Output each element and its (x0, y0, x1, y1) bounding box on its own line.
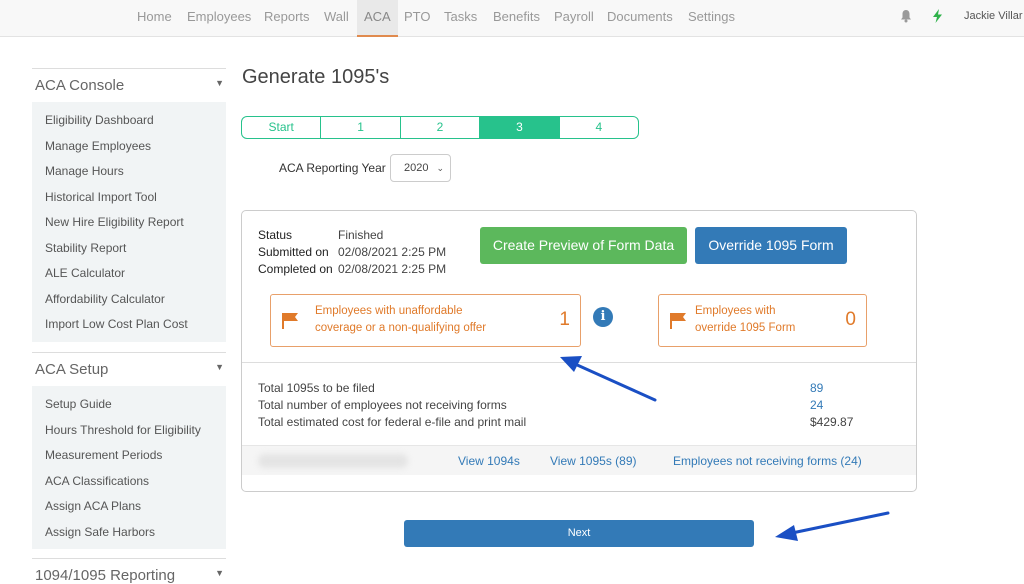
reporting-year-label: ACA Reporting Year (279, 161, 386, 175)
sidebar-item-assign-aca-plans[interactable]: Assign ACA Plans (32, 494, 226, 520)
view-1095s-link[interactable]: View 1095s (89) (550, 454, 637, 468)
nav-tasks[interactable]: Tasks (444, 0, 477, 37)
submitted-on-label: Submitted on (258, 245, 329, 259)
nav-settings[interactable]: Settings (688, 0, 735, 37)
unaffordable-coverage-alert[interactable]: Employees with unaffordable coverage or … (270, 294, 581, 347)
nav-home[interactable]: Home (137, 0, 172, 37)
flag-icon (670, 313, 686, 329)
sidebar-item-setup-guide[interactable]: Setup Guide (32, 392, 226, 418)
alert-count: 1 (559, 309, 570, 330)
estimated-cost-value: $429.87 (810, 415, 854, 429)
sidebar-item-assign-safe-harbors[interactable]: Assign Safe Harbors (32, 520, 226, 546)
nav-pto[interactable]: PTO (404, 0, 431, 37)
sidebar-item-stability-report[interactable]: Stability Report (32, 236, 226, 262)
alert-text: Employees with unaffordable coverage or … (315, 303, 486, 336)
sidebar-item-manage-employees[interactable]: Manage Employees (32, 134, 226, 160)
sidebar-section-aca-console: ACA Console ▼ Eligibility Dashboard Mana… (32, 68, 226, 342)
info-icon[interactable]: i (593, 307, 613, 327)
next-button[interactable]: Next (404, 520, 754, 547)
completed-on-label: Completed on (258, 262, 333, 276)
create-preview-button[interactable]: Create Preview of Form Data (480, 227, 687, 264)
alert-line-2: override 1095 Form (695, 321, 796, 334)
sidebar-item-hours-threshold[interactable]: Hours Threshold for Eligibility (32, 418, 226, 444)
sidebar-item-ale-calculator[interactable]: ALE Calculator (32, 261, 226, 287)
sidebar-header-1094-1095-reporting[interactable]: 1094/1095 Reporting ▼ (32, 558, 226, 584)
sidebar-header-label: ACA Setup (35, 361, 109, 378)
redacted-text (258, 454, 408, 468)
step-3[interactable]: 3 (480, 117, 560, 138)
step-1[interactable]: 1 (321, 117, 401, 138)
sidebar-item-measurement-periods[interactable]: Measurement Periods (32, 443, 226, 469)
user-menu[interactable]: Jackie Villar (964, 0, 1023, 37)
caret-down-icon: ▼ (215, 78, 224, 88)
nav-aca[interactable]: ACA (357, 0, 398, 37)
reporting-year-value: 2020 (404, 162, 429, 174)
alert-text: Employees with override 1095 Form (695, 303, 795, 336)
alert-line-2: coverage or a non-qualifying offer (315, 321, 487, 334)
completed-on-value: 02/08/2021 2:25 PM (338, 262, 447, 276)
sidebar-item-manage-hours[interactable]: Manage Hours (32, 159, 226, 185)
override-1095-button[interactable]: Override 1095 Form (695, 227, 847, 264)
nav-documents[interactable]: Documents (607, 0, 673, 37)
sidebar-header-label: ACA Console (35, 77, 125, 94)
submitted-on-value: 02/08/2021 2:25 PM (338, 245, 447, 259)
sidebar-item-new-hire-eligibility-report[interactable]: New Hire Eligibility Report (32, 210, 226, 236)
alert-line-1: Employees with (695, 305, 776, 317)
sidebar-header-label: 1094/1095 Reporting (35, 567, 176, 584)
step-4[interactable]: 4 (560, 117, 638, 138)
nav-employees[interactable]: Employees (187, 0, 251, 37)
step-2[interactable]: 2 (401, 117, 481, 138)
sidebar-header-aca-console[interactable]: ACA Console ▼ (32, 68, 226, 102)
sidebar-header-aca-setup[interactable]: ACA Setup ▼ (32, 352, 226, 386)
top-navigation-bar: Home Employees Reports Wall ACA PTO Task… (0, 0, 1024, 37)
status-value: Finished (338, 228, 384, 242)
nav-payroll[interactable]: Payroll (554, 0, 594, 37)
alert-count: 0 (845, 309, 856, 330)
employees-not-receiving-value[interactable]: 24 (810, 398, 823, 412)
estimated-cost-label: Total estimated cost for federal e-file … (258, 415, 527, 429)
view-1094s-link[interactable]: View 1094s (458, 454, 520, 468)
wizard-stepper: Start 1 2 3 4 (241, 116, 639, 139)
nav-wall[interactable]: Wall (324, 0, 349, 37)
caret-down-icon: ▼ (215, 362, 224, 372)
filing-summary-card: Status Finished Submitted on 02/08/2021 … (241, 210, 917, 492)
nav-reports[interactable]: Reports (264, 0, 310, 37)
page-title: Generate 1095's (242, 66, 390, 88)
sidebar-item-historical-import-tool[interactable]: Historical Import Tool (32, 185, 226, 211)
status-label: Status (258, 228, 293, 242)
reporting-year-select[interactable]: 2020 ⌄ (390, 154, 451, 182)
sidebar-item-aca-classifications[interactable]: ACA Classifications (32, 469, 226, 495)
caret-down-icon: ▼ (215, 568, 224, 578)
total-1095s-value[interactable]: 89 (810, 381, 823, 395)
sidebar-section-1094-1095-reporting: 1094/1095 Reporting ▼ (32, 558, 226, 584)
lightning-icon[interactable] (932, 9, 943, 23)
sidebar-item-affordability-calculator[interactable]: Affordability Calculator (32, 287, 226, 313)
nav-benefits[interactable]: Benefits (493, 0, 540, 37)
step-start[interactable]: Start (242, 117, 322, 138)
flag-icon (282, 313, 298, 329)
alert-line-1: Employees with unaffordable (315, 305, 463, 317)
employees-not-receiving-forms-link[interactable]: Employees not receiving forms (24) (673, 454, 862, 468)
sidebar-list: Setup Guide Hours Threshold for Eligibil… (32, 386, 226, 549)
chevron-down-icon: ⌄ (436, 163, 444, 173)
sidebar-section-aca-setup: ACA Setup ▼ Setup Guide Hours Threshold … (32, 352, 226, 549)
card-footer: View 1094s View 1095s (89) Employees not… (242, 445, 916, 475)
override-form-alert[interactable]: Employees with override 1095 Form 0 (658, 294, 867, 347)
bell-icon[interactable] (900, 9, 912, 23)
sidebar-item-import-low-cost-plan-cost[interactable]: Import Low Cost Plan Cost (32, 312, 226, 338)
sidebar-list: Eligibility Dashboard Manage Employees M… (32, 102, 226, 342)
employees-not-receiving-label: Total number of employees not receiving … (258, 398, 507, 412)
annotation-arrow-next (775, 511, 890, 541)
sidebar-item-eligibility-dashboard[interactable]: Eligibility Dashboard (32, 108, 226, 134)
total-1095s-label: Total 1095s to be filed (258, 381, 375, 395)
card-divider (242, 362, 916, 363)
